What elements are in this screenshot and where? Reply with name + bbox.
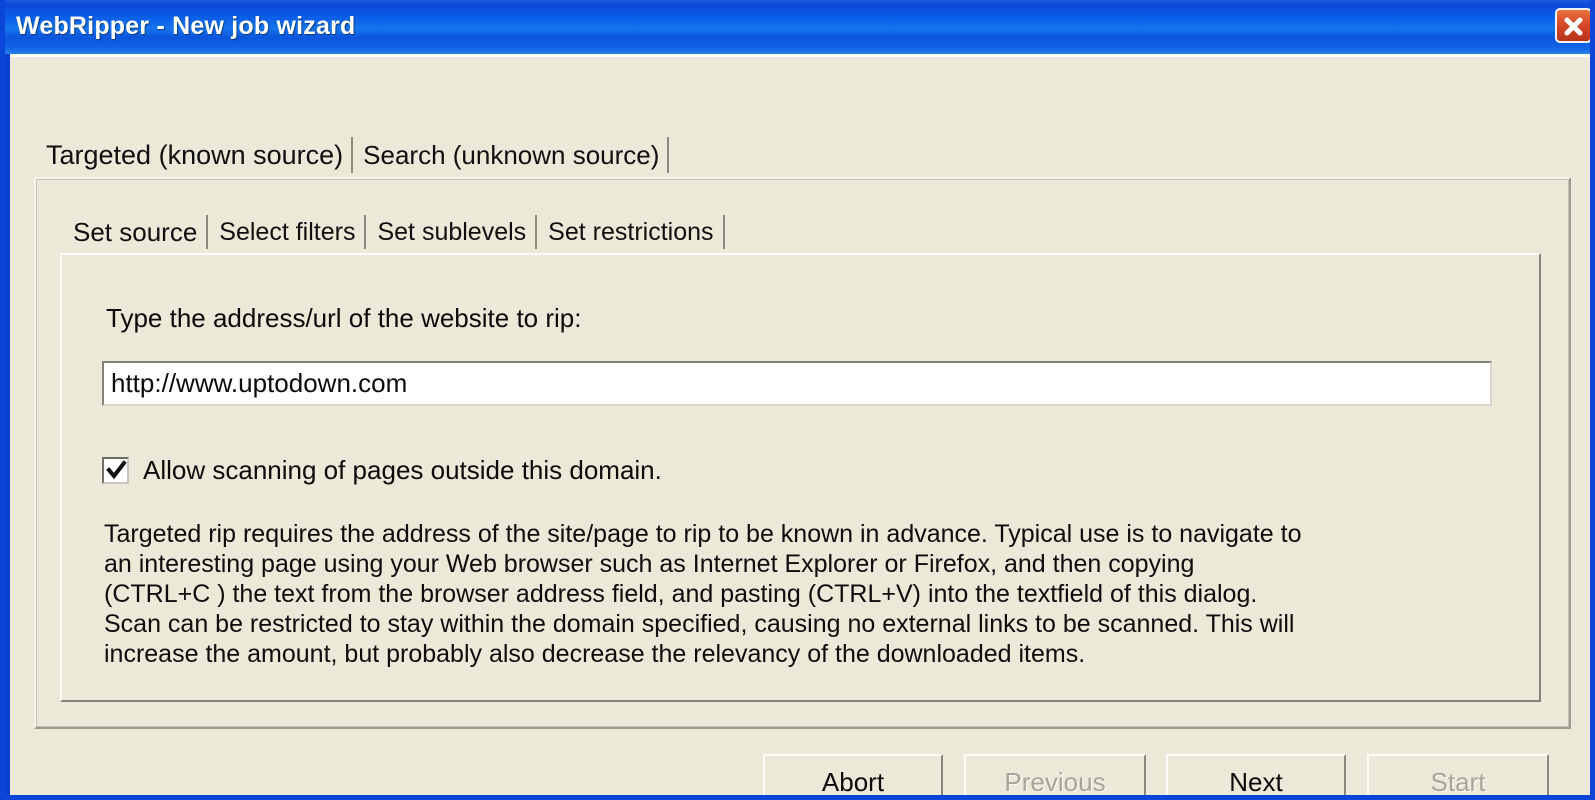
start-button: Start (1367, 754, 1549, 795)
tab-targeted-known-source[interactable]: Targeted (known source) (36, 131, 354, 179)
tab-label: Targeted (known source) (46, 139, 344, 170)
tab-label: Set source (73, 216, 198, 247)
title-bar: WebRipper - New job wizard (5, 0, 1590, 54)
description-line: Scan can be restricted to stay within th… (104, 610, 1295, 638)
previous-button: Previous (964, 754, 1146, 795)
window-title: WebRipper - New job wizard (16, 12, 356, 40)
url-prompt-label: Type the address/url of the website to r… (106, 303, 582, 333)
tab-select-filters[interactable]: Select filters (208, 209, 367, 255)
tab-search-unknown-source[interactable]: Search (unknown source) (353, 131, 670, 179)
tab-set-sublevels[interactable]: Set sublevels (366, 209, 538, 255)
tab-label: Search (unknown source) (363, 139, 660, 170)
wizard-window: WebRipper - New job wizard Targeted (kno… (0, 0, 1595, 800)
tab-label: Set sublevels (377, 217, 527, 246)
allow-outside-domain-checkbox-row[interactable]: Allow scanning of pages outside this dom… (102, 455, 662, 486)
description-line: an interesting page using your Web brows… (104, 550, 1195, 578)
tab-separator (667, 137, 670, 173)
tab-label: Set restrictions (548, 217, 714, 246)
description-text: Targeted rip requires the address of the… (104, 519, 1504, 669)
tab-separator (722, 215, 725, 249)
next-button[interactable]: Next (1166, 754, 1346, 795)
abort-button[interactable]: Abort (763, 754, 943, 795)
url-input[interactable] (102, 361, 1492, 406)
close-icon[interactable] (1555, 8, 1590, 43)
inner-tabstrip: Set source Select filters Set sublevels … (62, 209, 725, 255)
tab-set-restrictions[interactable]: Set restrictions (537, 209, 725, 255)
description-line: (CTRL+C ) the text from the browser addr… (104, 580, 1258, 608)
allow-outside-domain-label: Allow scanning of pages outside this dom… (143, 455, 662, 485)
outer-tabstrip: Targeted (known source) Search (unknown … (36, 131, 670, 179)
description-line: increase the amount, but probably also d… (104, 640, 1086, 668)
allow-outside-domain-checkbox[interactable] (102, 457, 129, 484)
tab-label: Select filters (219, 217, 356, 246)
tab-set-source[interactable]: Set source (62, 209, 209, 255)
dialog-client-area: Targeted (known source) Search (unknown … (10, 54, 1590, 795)
description-line: Targeted rip requires the address of the… (104, 520, 1302, 548)
check-icon (106, 460, 127, 480)
set-source-panel: Type the address/url of the website to r… (60, 253, 1541, 702)
